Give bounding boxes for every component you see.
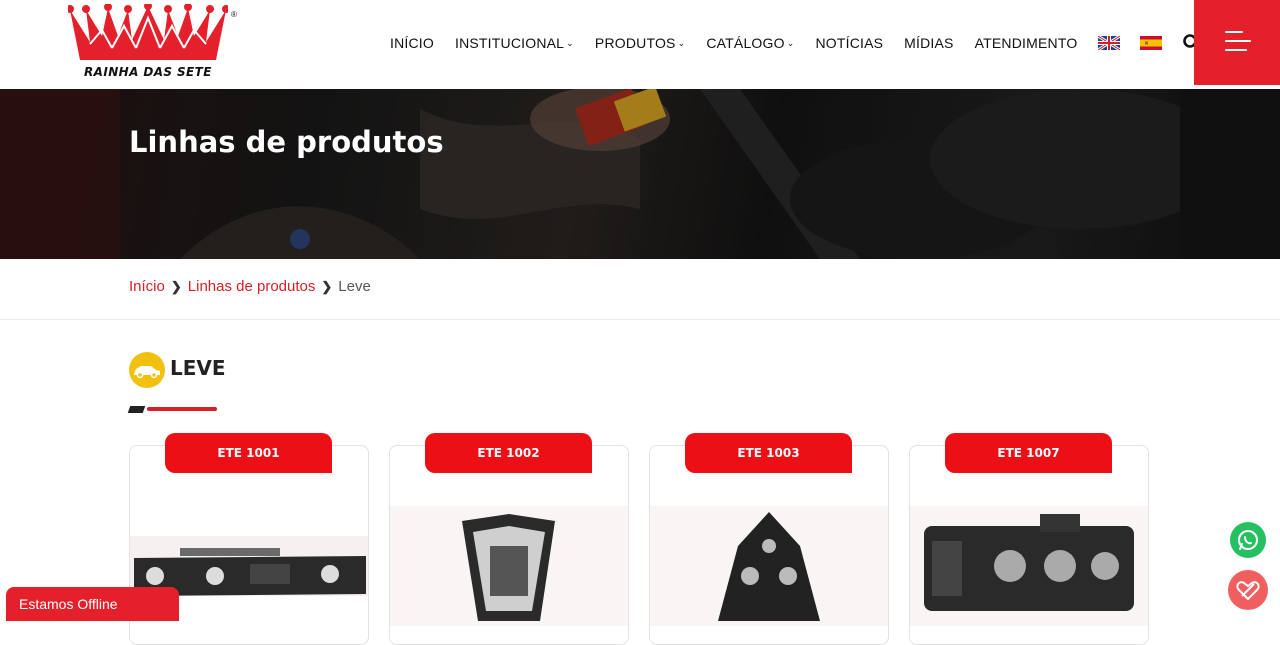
hero-background-image: [0, 89, 1280, 259]
nav-label: INSTITUCIONAL: [454, 35, 565, 51]
nav-item-inicio[interactable]: INÍCIO: [390, 35, 434, 51]
nav-item-catalogo[interactable]: CATÁLOGO ⌄: [706, 35, 794, 51]
category-title: LEVE: [170, 356, 226, 380]
whatsapp-icon[interactable]: [1230, 522, 1266, 558]
breadcrumb-link-inicio[interactable]: Início: [129, 278, 165, 295]
nav-label: INÍCIO: [390, 35, 434, 51]
nav-label: MÍDIAS: [904, 35, 954, 51]
heart-icon[interactable]: [1228, 570, 1268, 610]
breadcrumb-current: Leve: [338, 278, 371, 295]
nav-label: PRODUTOS: [594, 35, 676, 51]
product-code-tag: ETE 1003: [685, 433, 852, 473]
breadcrumb-link-linhas[interactable]: Linhas de produtos: [188, 278, 316, 295]
hero-banner: Linhas de produtos: [0, 89, 1280, 259]
chevron-right-icon: ❯: [321, 278, 333, 294]
product-code-tag: ETE 1001: [165, 433, 332, 473]
divider: [0, 319, 1280, 320]
uk-flag-icon[interactable]: [1098, 36, 1121, 50]
registered-mark: ®: [231, 10, 237, 19]
title-underline-accent: [127, 406, 146, 413]
menu-line-icon: [1225, 49, 1247, 51]
breadcrumb: Início ❯ Linhas de produtos ❯ Leve: [129, 278, 371, 295]
chat-status-label: Estamos Offline: [19, 596, 118, 612]
menu-line-icon: [1225, 40, 1251, 42]
nav-item-noticias[interactable]: NOTÍCIAS: [815, 35, 883, 51]
hamburger-menu-button[interactable]: [1194, 0, 1280, 85]
product-code-tag: ETE 1002: [425, 433, 592, 473]
product-card-ete-1002[interactable]: ETE 1002: [389, 433, 629, 645]
product-image: [650, 506, 888, 626]
product-card-ete-1007[interactable]: ETE 1007: [909, 433, 1149, 645]
nav-item-institucional[interactable]: INSTITUCIONAL ⌄: [455, 35, 574, 51]
spain-flag-icon[interactable]: [1140, 36, 1163, 50]
site-header: ® RAINHA DAS SETE INÍCIO INSTITUCIONAL ⌄ …: [0, 0, 1280, 89]
chevron-down-icon: ⌄: [786, 37, 795, 48]
product-code-tag: ETE 1007: [945, 433, 1112, 473]
chat-offline-button[interactable]: Estamos Offline: [6, 587, 179, 621]
car-icon: [129, 352, 165, 388]
chevron-down-icon: ⌄: [677, 37, 686, 48]
nav-label: CATÁLOGO: [706, 35, 785, 51]
crown-logo-icon: [66, 2, 230, 60]
chevron-down-icon: ⌄: [566, 37, 574, 48]
page-title: Linhas de produtos: [129, 125, 444, 159]
product-card-ete-1003[interactable]: ETE 1003: [649, 433, 889, 645]
chevron-right-icon: ❯: [170, 278, 182, 294]
title-underline: [147, 407, 217, 411]
main-nav: INÍCIO INSTITUCIONAL ⌄ PRODUTOS ⌄ CATÁLOGO…: [390, 0, 1202, 86]
nav-label: ATENDIMENTO: [974, 35, 1078, 51]
menu-line-icon: [1225, 31, 1243, 33]
logo-text: RAINHA DAS SETE: [84, 65, 212, 79]
nav-item-atendimento[interactable]: ATENDIMENTO: [975, 35, 1078, 51]
nav-item-midias[interactable]: MÍDIAS: [904, 35, 953, 51]
logo[interactable]: ® RAINHA DAS SETE: [66, 2, 238, 80]
nav-item-produtos[interactable]: PRODUTOS ⌄: [595, 35, 685, 51]
product-image: [390, 506, 628, 626]
nav-label: NOTÍCIAS: [815, 35, 884, 51]
product-image: [910, 506, 1148, 626]
